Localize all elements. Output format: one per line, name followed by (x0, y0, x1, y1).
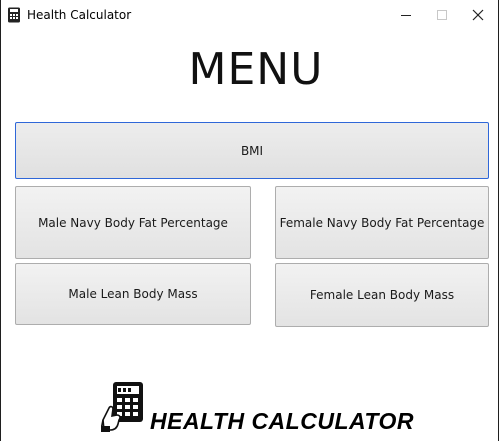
maximize-icon (437, 10, 447, 20)
app-window: Health Calculator MENU BMI Male Navy Bod… (1, 0, 498, 441)
maximize-button[interactable] (422, 0, 462, 30)
female-navy-body-fat-button[interactable]: Female Navy Body Fat Percentage (275, 186, 489, 259)
minimize-icon (401, 15, 411, 16)
calculator-hand-icon (100, 380, 147, 432)
window-title: Health Calculator (27, 8, 132, 22)
calculator-app-icon (7, 7, 21, 23)
male-lean-body-mass-button[interactable]: Male Lean Body Mass (15, 263, 251, 325)
male-navy-body-fat-button[interactable]: Male Navy Body Fat Percentage (15, 186, 251, 259)
menu-heading: MENU (188, 44, 324, 95)
logo-text: HEALTH CALCULATOR (150, 408, 415, 434)
bmi-button[interactable]: BMI (15, 122, 489, 179)
close-icon (472, 9, 484, 21)
female-lean-body-mass-button[interactable]: Female Lean Body Mass (275, 263, 489, 327)
close-button[interactable] (458, 0, 498, 30)
minimize-button[interactable] (386, 0, 426, 30)
title-bar[interactable]: Health Calculator (1, 0, 498, 30)
